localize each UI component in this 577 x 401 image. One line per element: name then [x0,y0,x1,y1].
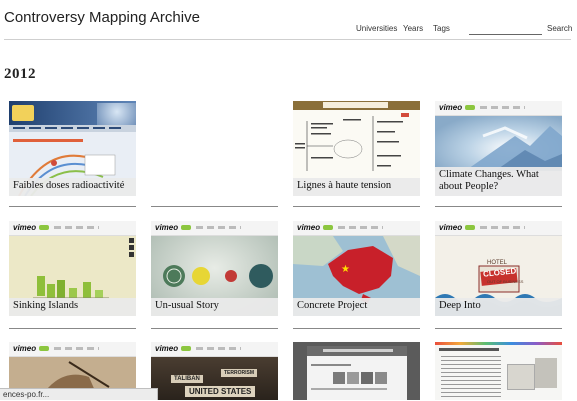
project-card-row3-3[interactable] [293,342,420,400]
site-title[interactable]: Controversy Mapping Archive [4,9,200,26]
search-button[interactable]: Search [547,24,572,33]
project-card-row3-4[interactable] [435,342,562,400]
card-divider [435,206,562,207]
project-card-sinking-islands[interactable]: vimeo Sinking Islands [9,221,136,329]
project-card-climate[interactable]: vimeo Climate Changes. What about People… [435,101,562,207]
project-card-unusual-story[interactable]: vimeo Un-usual Story [151,221,278,329]
header-divider [4,39,571,40]
project-thumbnail: vimeo TALIBAN TERRORISM UNITED STATES [151,342,278,400]
search-input[interactable] [469,22,542,34]
project-title: Un-usual Story [151,298,278,316]
nav-tags[interactable]: Tags [433,24,450,33]
card-divider [293,206,420,207]
project-title: Lignes à haute tension [293,178,420,196]
project-title: Sinking Islands [9,298,136,316]
card-divider [293,328,420,329]
nav-years[interactable]: Years [403,24,423,33]
card-divider [435,328,562,329]
card-divider [9,328,136,329]
year-heading: 2012 [4,66,36,82]
project-thumbnail [293,342,420,400]
search-underline [469,34,542,35]
project-title: Climate Changes. What about People? [435,167,562,196]
project-title: Concrete Project [293,298,420,316]
svg-text:★: ★ [341,264,350,275]
project-card-row3-2[interactable]: vimeo TALIBAN TERRORISM UNITED STATES [151,342,278,400]
project-title: Deep Into [435,298,562,316]
project-card-faibles-doses[interactable]: Faibles doses radioactivité [9,101,136,207]
project-title: Faibles doses radioactivité [9,178,136,196]
project-card-concrete-project[interactable]: vimeo ★ Concrete Project [293,221,420,329]
card-divider [151,328,278,329]
card-divider [151,206,278,207]
card-divider [9,206,136,207]
nav-universities[interactable]: Universities [356,24,397,33]
project-card-lignes[interactable]: Lignes à haute tension [293,101,420,207]
status-bar-url: ences-po.fr... [0,388,158,400]
project-thumbnail [435,342,562,400]
project-card-deep-into[interactable]: vimeo HOTEL CLOSED OUT OF BUSINESS Deep … [435,221,562,329]
